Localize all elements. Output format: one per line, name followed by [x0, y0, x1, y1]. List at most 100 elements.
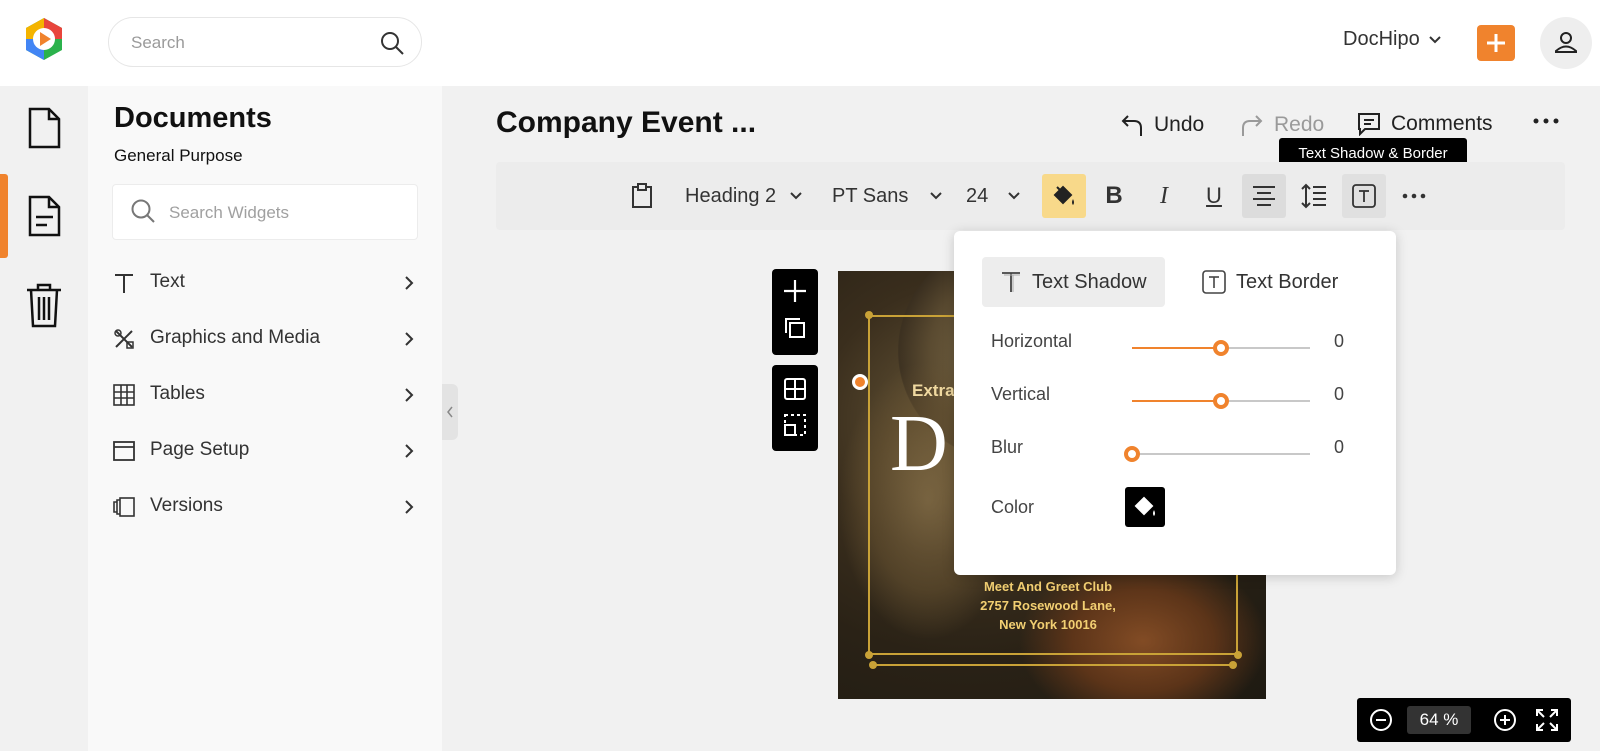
element-actions-bar: [772, 269, 818, 355]
tab-text-border[interactable]: Text Border: [1184, 257, 1356, 307]
panel-title: Documents: [114, 102, 272, 134]
rail-item-trash[interactable]: [0, 262, 88, 346]
more-horizontal-icon: [1533, 118, 1559, 124]
add-icon[interactable]: [783, 279, 807, 303]
sidebar-item-graphics[interactable]: Graphics and Media: [112, 319, 418, 359]
chevron-right-icon: [405, 276, 414, 290]
redo-button[interactable]: Redo: [1240, 112, 1324, 138]
chevron-down-icon: [930, 192, 943, 200]
horizontal-value: 0: [1334, 331, 1345, 351]
search-placeholder: Search: [131, 33, 185, 52]
blur-slider[interactable]: [1124, 446, 1310, 462]
slider-knob[interactable]: [1213, 393, 1229, 409]
bold-icon: B: [1105, 182, 1123, 209]
slider-knob[interactable]: [1124, 446, 1140, 462]
address-text[interactable]: Meet And Greet Club 2757 Rosewood Lane, …: [948, 577, 1148, 634]
decorative-line: [872, 664, 1232, 666]
color-label: Color: [991, 497, 1035, 517]
chevron-right-icon: [405, 444, 414, 458]
fullscreen-icon[interactable]: [1535, 708, 1559, 732]
clipboard-icon: [632, 183, 652, 208]
search-icon[interactable]: [379, 30, 405, 56]
align-center-button[interactable]: [1242, 174, 1286, 218]
duplicate-icon[interactable]: [784, 317, 806, 339]
widget-search-placeholder: Search Widgets: [169, 203, 289, 222]
underline-icon: U: [1206, 183, 1222, 208]
left-rail: [0, 86, 88, 751]
sidebar-item-text[interactable]: Text: [112, 263, 418, 303]
global-search-input[interactable]: Search: [108, 17, 422, 67]
rail-item-templates[interactable]: [0, 86, 88, 170]
undo-button[interactable]: Undo: [1120, 112, 1204, 138]
frame-corner-dot: [865, 311, 873, 319]
font-family-value: PT Sans: [832, 184, 909, 207]
bold-button[interactable]: B: [1092, 174, 1136, 218]
comments-label: Comments: [1391, 112, 1493, 135]
top-bar: Search DocHipo: [0, 0, 1600, 86]
app-logo[interactable]: [22, 16, 66, 62]
panel-subtitle: General Purpose: [114, 146, 243, 165]
font-size-select[interactable]: 24: [966, 174, 1020, 218]
zoom-level[interactable]: 64 %: [1407, 706, 1471, 734]
collapse-panel-button[interactable]: [442, 384, 458, 440]
text-shadow-icon: [1002, 272, 1020, 292]
widget-search-input[interactable]: Search Widgets: [112, 184, 418, 240]
comment-icon: [1358, 113, 1380, 136]
shadow-color-button[interactable]: [1125, 487, 1165, 527]
sidebar-item-versions[interactable]: Versions: [112, 487, 418, 527]
address-line: New York 10016: [999, 617, 1097, 632]
undo-icon: [1121, 115, 1142, 136]
heading-text[interactable]: Extra: [912, 381, 955, 401]
plus-icon: [1487, 34, 1505, 52]
sidebar-item-label: Graphics and Media: [150, 327, 321, 348]
selection-handle[interactable]: [852, 374, 868, 390]
italic-button[interactable]: I: [1142, 174, 1186, 218]
user-icon: [1555, 32, 1577, 53]
font-family-select[interactable]: PT Sans: [832, 174, 943, 218]
document-title[interactable]: Company Event ...: [496, 106, 756, 140]
frame-corner-dot: [865, 651, 873, 659]
grid-icon[interactable]: [783, 377, 807, 401]
select-area-icon[interactable]: [783, 413, 807, 437]
text-style-value: Heading 2: [685, 184, 777, 207]
sidebar-item-tables[interactable]: Tables: [112, 375, 418, 415]
comments-button[interactable]: Comments: [1357, 112, 1493, 136]
create-new-button[interactable]: [1477, 25, 1515, 61]
zoom-out-icon[interactable]: [1369, 708, 1393, 732]
text-style-select[interactable]: Heading 2: [685, 174, 802, 218]
chevron-down-icon: [1428, 35, 1441, 43]
more-options-button[interactable]: [1533, 116, 1559, 126]
text-border-icon: [1202, 270, 1226, 294]
text-color-button[interactable]: [1042, 174, 1086, 218]
zoom-in-icon[interactable]: [1493, 708, 1517, 732]
rail-item-documents[interactable]: [0, 174, 88, 258]
line-spacing-button[interactable]: [1292, 174, 1336, 218]
blur-label: Blur: [991, 437, 1024, 457]
tab-text-shadow[interactable]: Text Shadow: [982, 257, 1165, 307]
trash-icon: [27, 283, 61, 328]
chevron-left-icon: [447, 406, 453, 418]
more-horizontal-icon: [1402, 193, 1426, 199]
more-formatting-button[interactable]: [1392, 174, 1436, 218]
display-letter[interactable]: D: [890, 399, 948, 490]
zoom-control: 64 %: [1357, 698, 1571, 742]
font-size-value: 24: [966, 184, 989, 207]
horizontal-slider[interactable]: [1132, 340, 1310, 356]
slider-fill: [1132, 347, 1221, 349]
text-shadow-border-button[interactable]: [1342, 174, 1386, 218]
slider-knob[interactable]: [1213, 340, 1229, 356]
chevron-right-icon: [405, 500, 414, 514]
versions-icon: [113, 497, 135, 517]
formatting-toolbar: Heading 2 PT Sans 24 B I U: [496, 162, 1565, 230]
vertical-value: 0: [1334, 384, 1345, 404]
chevron-right-icon: [405, 332, 414, 346]
chevron-down-icon: [790, 192, 802, 200]
sidebar-item-page-setup[interactable]: Page Setup: [112, 431, 418, 471]
account-menu[interactable]: DocHipo: [1343, 28, 1442, 51]
blur-value: 0: [1334, 437, 1345, 457]
underline-button[interactable]: U: [1192, 174, 1236, 218]
user-avatar[interactable]: [1540, 17, 1592, 69]
vertical-slider[interactable]: [1132, 393, 1310, 409]
paste-format-button[interactable]: [620, 174, 664, 218]
graphics-icon: [114, 329, 134, 349]
